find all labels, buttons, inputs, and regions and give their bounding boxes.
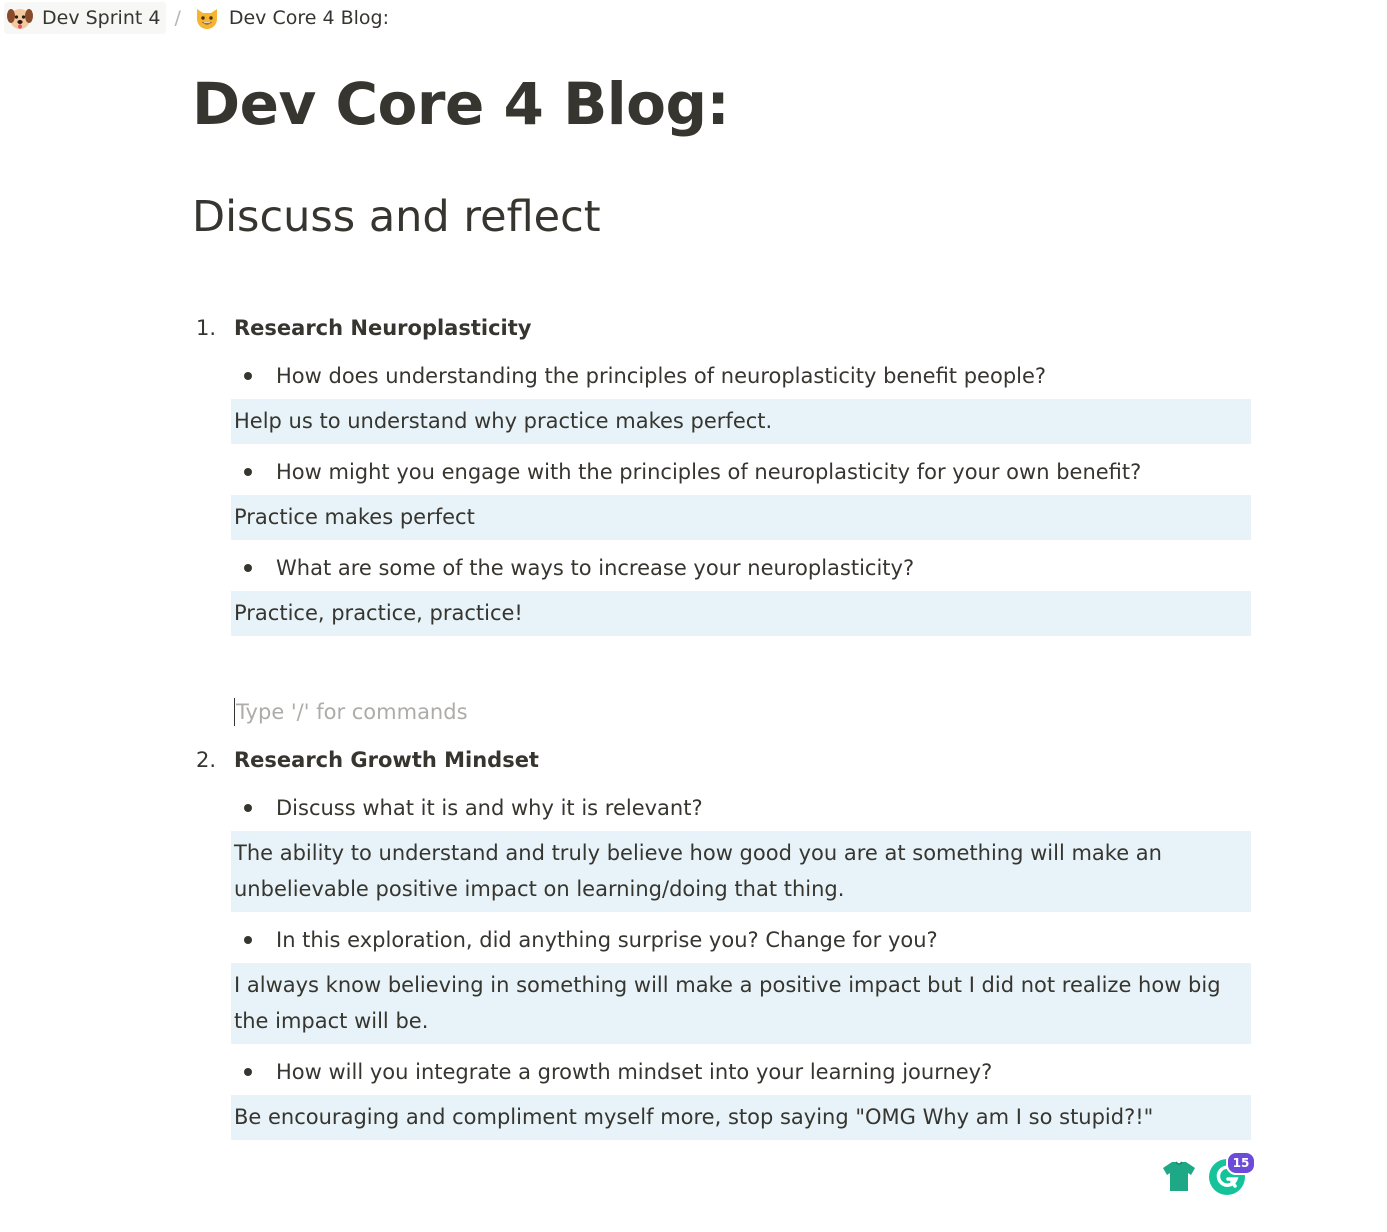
list-item-title: Research Growth Mindset: [234, 748, 539, 772]
answer-block[interactable]: I always know believing in something wil…: [231, 963, 1251, 1044]
list-item-title: Research Neuroplasticity: [234, 316, 532, 340]
empty-block-input[interactable]: Type '/' for commands: [234, 692, 468, 732]
breadcrumb-item-dev-core-blog[interactable]: Dev Core 4 Blog:: [191, 2, 395, 34]
answer-block[interactable]: Be encouraging and compliment myself mor…: [231, 1095, 1251, 1140]
answer-block[interactable]: Practice makes perfect: [231, 495, 1251, 540]
question-text: In this exploration, did anything surpri…: [276, 928, 938, 952]
breadcrumb-separator: /: [174, 7, 181, 29]
page-title[interactable]: Dev Core 4 Blog:: [192, 66, 730, 142]
answer-block[interactable]: Practice, practice, practice!: [231, 591, 1251, 636]
bullet-dot-icon: [244, 372, 252, 380]
answer-block[interactable]: Help us to understand why practice makes…: [231, 399, 1251, 444]
question-text: What are some of the ways to increase yo…: [276, 556, 915, 580]
bullet-dot-icon: [244, 564, 252, 572]
numbered-item-growth-mindset[interactable]: 2. Research Growth Mindset: [196, 740, 539, 780]
bullet-question[interactable]: In this exploration, did anything surpri…: [244, 920, 938, 960]
breadcrumb-label: Dev Core 4 Blog:: [228, 7, 389, 29]
answer-block[interactable]: The ability to understand and truly beli…: [231, 831, 1251, 912]
bullet-question[interactable]: How does understanding the principles of…: [244, 356, 1046, 396]
bullet-question[interactable]: Discuss what it is and why it is relevan…: [244, 788, 703, 828]
list-number: 1.: [196, 316, 217, 340]
list-number: 2.: [196, 748, 217, 772]
question-text: How will you integrate a growth mindset …: [276, 1060, 993, 1084]
numbered-item-neuroplasticity[interactable]: 1. Research Neuroplasticity: [196, 308, 531, 348]
bullet-dot-icon: [244, 804, 252, 812]
breadcrumb-item-dev-sprint[interactable]: Dev Sprint 4: [4, 2, 167, 34]
question-text: Discuss what it is and why it is relevan…: [276, 796, 703, 820]
bullet-dot-icon: [244, 1068, 252, 1076]
bullet-dot-icon: [244, 936, 252, 944]
dog-face-icon: [6, 4, 34, 32]
bullet-question[interactable]: How might you engage with the principles…: [244, 452, 1141, 492]
question-text: How does understanding the principles of…: [276, 364, 1047, 388]
cat-face-icon: [193, 4, 221, 32]
bullet-question[interactable]: How will you integrate a growth mindset …: [244, 1052, 992, 1092]
bullet-dot-icon: [244, 468, 252, 476]
question-text: How might you engage with the principles…: [276, 460, 1142, 484]
placeholder-text: Type '/' for commands: [236, 700, 468, 724]
breadcrumb-label: Dev Sprint 4: [42, 7, 161, 29]
grammarly-badge: 15: [1226, 1151, 1256, 1175]
text-caret: [234, 698, 235, 726]
tshirt-icon[interactable]: [1161, 1158, 1197, 1194]
breadcrumb: Dev Sprint 4 / Dev Core 4 Blog:: [4, 2, 395, 34]
bullet-question[interactable]: What are some of the ways to increase yo…: [244, 548, 914, 588]
section-heading[interactable]: Discuss and reflect: [192, 188, 601, 246]
